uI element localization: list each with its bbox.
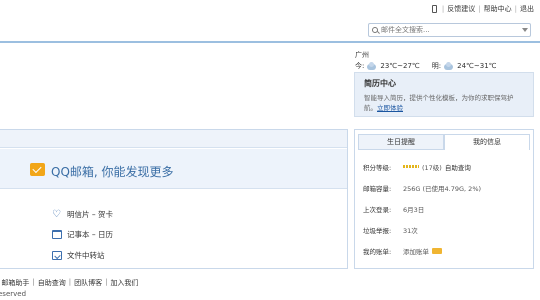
card-icon [432, 247, 442, 254]
capacity-value: 256G (已使用4.79G, 2%) [403, 184, 482, 193]
promo-text: QQ邮箱, 你能发现更多 [51, 165, 174, 179]
weather-city: 广州 [355, 51, 369, 59]
level-bar [403, 165, 419, 168]
tomorrow-label: 明: [431, 62, 442, 70]
level-text: (17级) [422, 163, 442, 172]
mail-icon [30, 163, 45, 176]
resume-title[interactable]: 简历中心 [364, 78, 524, 89]
feedback-link[interactable]: 反馈建议 [447, 4, 475, 14]
services-panel: QQ邮箱, 你能发现更多 ♡ 明信片 – 贺卡 记事本 – 日历 文件中转站 [0, 129, 348, 269]
footer-link-assistant[interactable]: 邮箱助手 [1, 278, 29, 288]
info-row-last-login: 上次登录: 6月3日 [363, 198, 525, 219]
today-label: 今: [355, 62, 365, 70]
promo-banner: QQ邮箱, 你能发现更多 [0, 149, 347, 189]
spam-label: 垃圾举报: [363, 226, 392, 235]
service-notebook[interactable]: 记事本 – 日历 [52, 229, 113, 240]
level-value: (17级) 自助查询 [403, 162, 471, 172]
weather-widget: 广州 今: 23℃~27℃ 明: 24℃~31℃ [355, 50, 497, 72]
separator: | [478, 5, 481, 13]
level-label: 积分等级: [363, 163, 392, 172]
service-label[interactable]: 记事本 – 日历 [67, 229, 113, 240]
top-links: | 反馈建议 | 帮助中心 | 退出 [431, 4, 534, 14]
weather-forecast: 今: 23℃~27℃ 明: 24℃~31℃ [355, 61, 497, 72]
calendar-icon [52, 230, 62, 239]
service-label[interactable]: 文件中转站 [67, 250, 105, 261]
footer-link-blog[interactable]: 团队博客 [74, 278, 102, 288]
copyright-text: eserved [0, 290, 27, 298]
footer-links: | 邮箱助手 | 自助查询 | 团队博客 | 加入我们 [0, 278, 138, 288]
add-bill-link[interactable]: 添加账单 [403, 246, 429, 256]
info-row-account: 我的账单: 添加账单 [363, 240, 525, 261]
tab-my-info[interactable]: 我的信息 [444, 134, 530, 150]
info-row-capacity: 邮箱容量: 256G (已使用4.79G, 2%) [363, 177, 525, 198]
heart-icon: ♡ [52, 209, 61, 220]
tomorrow-temp: 24℃~31℃ [457, 62, 497, 70]
info-row-level: 积分等级: (17级) 自助查询 [363, 156, 525, 177]
service-label[interactable]: 明信片 – 贺卡 [67, 209, 113, 220]
tab-birthday[interactable]: 生日提醒 [358, 134, 444, 149]
info-tabs: 生日提醒 我的信息 [358, 134, 530, 150]
cloud-icon [367, 61, 377, 70]
service-file-transfer[interactable]: 文件中转站 [52, 250, 105, 261]
search-icon[interactable] [372, 27, 378, 33]
footer-link-selfquery[interactable]: 自助查询 [38, 278, 66, 288]
separator: | [68, 278, 72, 286]
account-value: 添加账单 [403, 246, 442, 256]
level-query-link[interactable]: 自助查询 [445, 162, 471, 172]
cloud-icon [444, 61, 454, 70]
separator: | [441, 5, 445, 13]
last-login-label: 上次登录: [363, 205, 392, 214]
info-panel: 生日提醒 我的信息 积分等级: (17级) 自助查询 邮箱容量: 256G (已… [354, 129, 534, 269]
search-input[interactable] [381, 26, 521, 34]
chevron-down-icon[interactable] [522, 28, 528, 32]
separator: | [32, 278, 35, 286]
resume-center-card: 简历中心 智能导入简历，提供个性化模板，为你的求职保驾护航。立即体验 [354, 72, 534, 117]
last-login-value: 6月3日 [403, 205, 425, 214]
search-box[interactable] [368, 23, 531, 37]
phone-icon[interactable] [431, 5, 437, 13]
info-row-spam: 垃圾举报: 31次 [363, 219, 525, 240]
separator: | [514, 5, 517, 13]
info-rows: 积分等级: (17级) 自助查询 邮箱容量: 256G (已使用4.79G, 2… [355, 150, 533, 267]
panel-header [0, 130, 347, 148]
logout-link[interactable]: 退出 [520, 4, 534, 14]
resume-try-link[interactable]: 立即体验 [377, 104, 403, 112]
account-label: 我的账单: [363, 247, 392, 256]
footer-link-join[interactable]: 加入我们 [110, 278, 138, 288]
separator: | [105, 278, 108, 286]
today-temp: 23℃~27℃ [380, 62, 420, 70]
help-link[interactable]: 帮助中心 [484, 4, 512, 14]
spam-value: 31次 [403, 226, 418, 235]
resume-description: 智能导入简历，提供个性化模板，为你的求职保驾护航。立即体验 [364, 93, 524, 113]
file-transfer-icon [52, 251, 62, 260]
capacity-label: 邮箱容量: [363, 184, 392, 193]
service-postcard[interactable]: ♡ 明信片 – 贺卡 [52, 209, 113, 220]
